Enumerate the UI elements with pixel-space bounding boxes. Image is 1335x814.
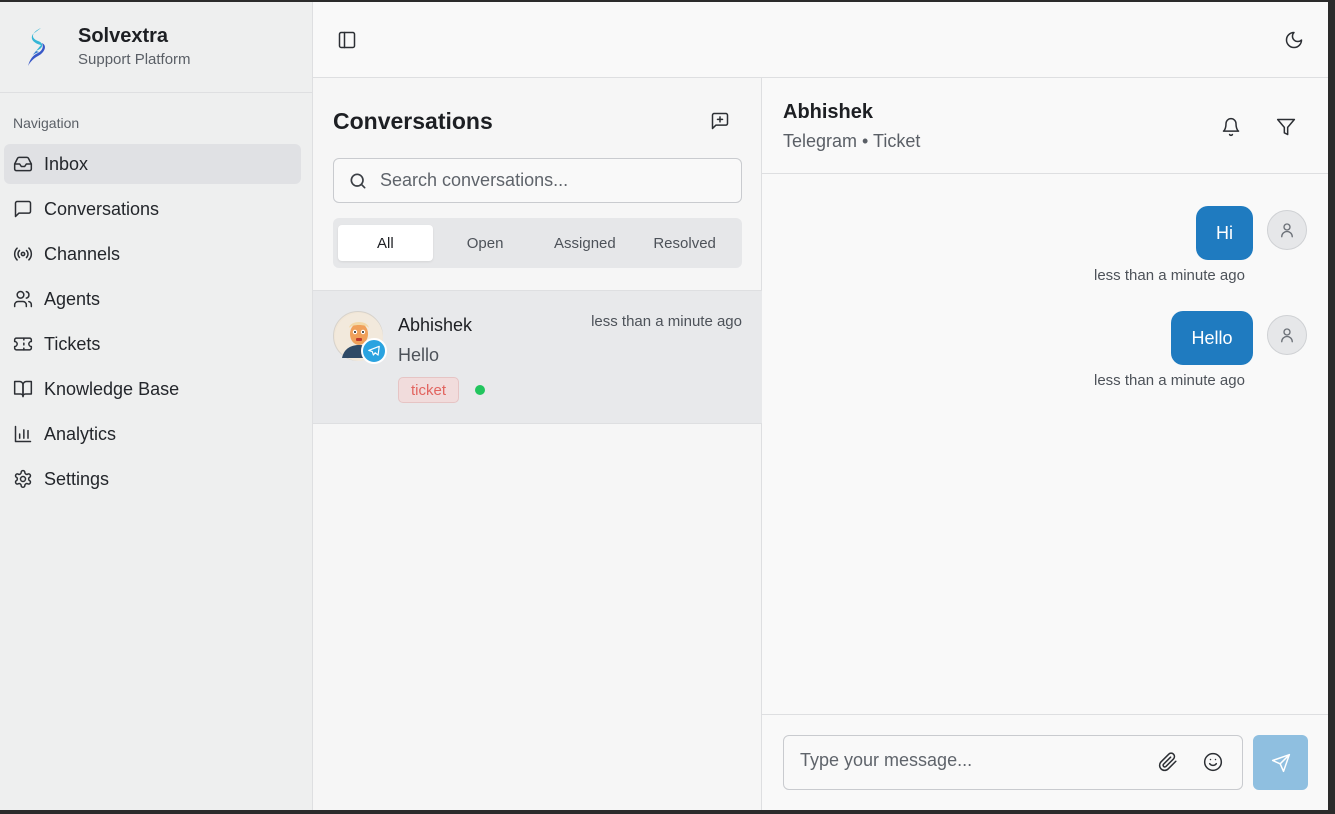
message-composer <box>762 714 1328 810</box>
gear-icon <box>14 469 32 488</box>
sidebar-item-tickets[interactable]: Tickets <box>4 324 301 364</box>
chat-contact-meta: Telegram • Ticket <box>783 131 921 151</box>
sidebar-item-label: Knowledge Base <box>44 378 180 399</box>
tab-resolved[interactable]: Resolved <box>637 225 732 261</box>
sidebar-item-label: Agents <box>44 288 101 309</box>
conversations-panel: Conversations All Open Assigned Resolved <box>313 78 762 810</box>
theme-toggle-button[interactable] <box>1280 26 1308 54</box>
conversation-name: Abhishek <box>398 315 473 335</box>
brand-name: Solvextra <box>78 25 169 47</box>
online-status-dot <box>475 385 485 395</box>
sidebar-item-label: Channels <box>44 243 121 264</box>
nav-section-label: Navigation <box>13 115 80 131</box>
sidebar: Solvextra Support Platform Navigation In… <box>0 2 313 810</box>
conversation-list-item[interactable]: Abhishek less than a minute ago Hello ti… <box>313 290 762 424</box>
attach-button[interactable] <box>1154 748 1182 776</box>
sidebar-item-analytics[interactable]: Analytics <box>4 414 301 454</box>
message-bubble: Hi <box>1196 206 1253 260</box>
send-icon <box>1271 753 1290 772</box>
sidebar-nav: Inbox Conversations Channels Agents Tick… <box>0 144 312 499</box>
search-input[interactable] <box>380 170 720 191</box>
tab-assigned[interactable]: Assigned <box>538 225 633 261</box>
message-time: less than a minute ago <box>1094 372 1245 389</box>
conversation-time: less than a minute ago <box>591 313 742 330</box>
message-input[interactable] <box>800 750 1130 771</box>
conversations-title: Conversations <box>333 108 493 134</box>
paperclip-icon <box>1158 752 1177 772</box>
message-time: less than a minute ago <box>1094 267 1245 284</box>
users-icon <box>13 290 33 308</box>
message-input-box <box>783 735 1243 790</box>
book-open-icon <box>13 380 33 398</box>
conversation-preview: Hello <box>398 345 440 365</box>
chat-header: Abhishek Telegram • Ticket <box>762 78 1328 174</box>
user-icon <box>1281 223 1293 238</box>
ticket-icon <box>13 337 33 351</box>
sidebar-item-label: Conversations <box>44 198 160 219</box>
telegram-icon <box>368 345 380 356</box>
sidebar-item-label: Tickets <box>44 333 101 354</box>
telegram-badge <box>361 338 387 364</box>
notifications-button[interactable] <box>1217 113 1245 141</box>
moon-icon <box>1285 31 1303 49</box>
send-button[interactable] <box>1253 735 1308 790</box>
solvextra-logo <box>28 28 45 66</box>
sidebar-item-channels[interactable]: Channels <box>4 234 301 274</box>
bell-icon <box>1222 117 1240 137</box>
chat-contact-name: Abhishek <box>783 101 874 123</box>
filter-icon <box>1276 118 1296 136</box>
sidebar-item-label: Settings <box>44 468 110 489</box>
new-conversation-button[interactable] <box>706 107 734 135</box>
emoji-button[interactable] <box>1199 748 1227 776</box>
search-box <box>333 158 742 203</box>
chat-panel: Abhishek Telegram • Ticket Hi less than … <box>762 78 1328 810</box>
bar-chart-icon <box>14 425 32 443</box>
conversation-filter-tabs: All Open Assigned Resolved <box>333 218 742 268</box>
user-icon <box>1281 328 1293 343</box>
sidebar-item-conversations[interactable]: Conversations <box>4 189 301 229</box>
sidebar-item-knowledge-base[interactable]: Knowledge Base <box>4 369 301 409</box>
sidebar-item-inbox[interactable]: Inbox <box>4 144 301 184</box>
ticket-tag: ticket <box>398 377 460 403</box>
message-bubble: Hello <box>1171 311 1253 365</box>
user-avatar <box>1267 210 1307 250</box>
sidebar-toggle-button[interactable] <box>333 26 361 54</box>
brand-subtitle: Support Platform <box>78 51 191 68</box>
tab-open[interactable]: Open <box>438 225 533 261</box>
sidebar-toggle-icon <box>338 31 356 49</box>
smile-icon <box>1203 752 1223 772</box>
message-square-icon <box>14 200 32 218</box>
app-window: Solvextra Support Platform Navigation In… <box>0 0 1328 810</box>
sidebar-item-settings[interactable]: Settings <box>4 459 301 499</box>
sidebar-item-label: Analytics <box>44 423 117 444</box>
tab-all[interactable]: All <box>338 225 433 261</box>
sidebar-item-label: Inbox <box>44 153 89 174</box>
radio-icon <box>13 247 33 261</box>
search-icon <box>350 173 366 188</box>
new-message-icon <box>711 112 729 130</box>
filter-button[interactable] <box>1272 113 1300 141</box>
user-avatar <box>1267 315 1307 355</box>
brand: Solvextra Support Platform <box>0 2 312 93</box>
inbox-icon <box>13 156 33 172</box>
sidebar-item-agents[interactable]: Agents <box>4 279 301 319</box>
top-bar <box>313 2 1328 78</box>
